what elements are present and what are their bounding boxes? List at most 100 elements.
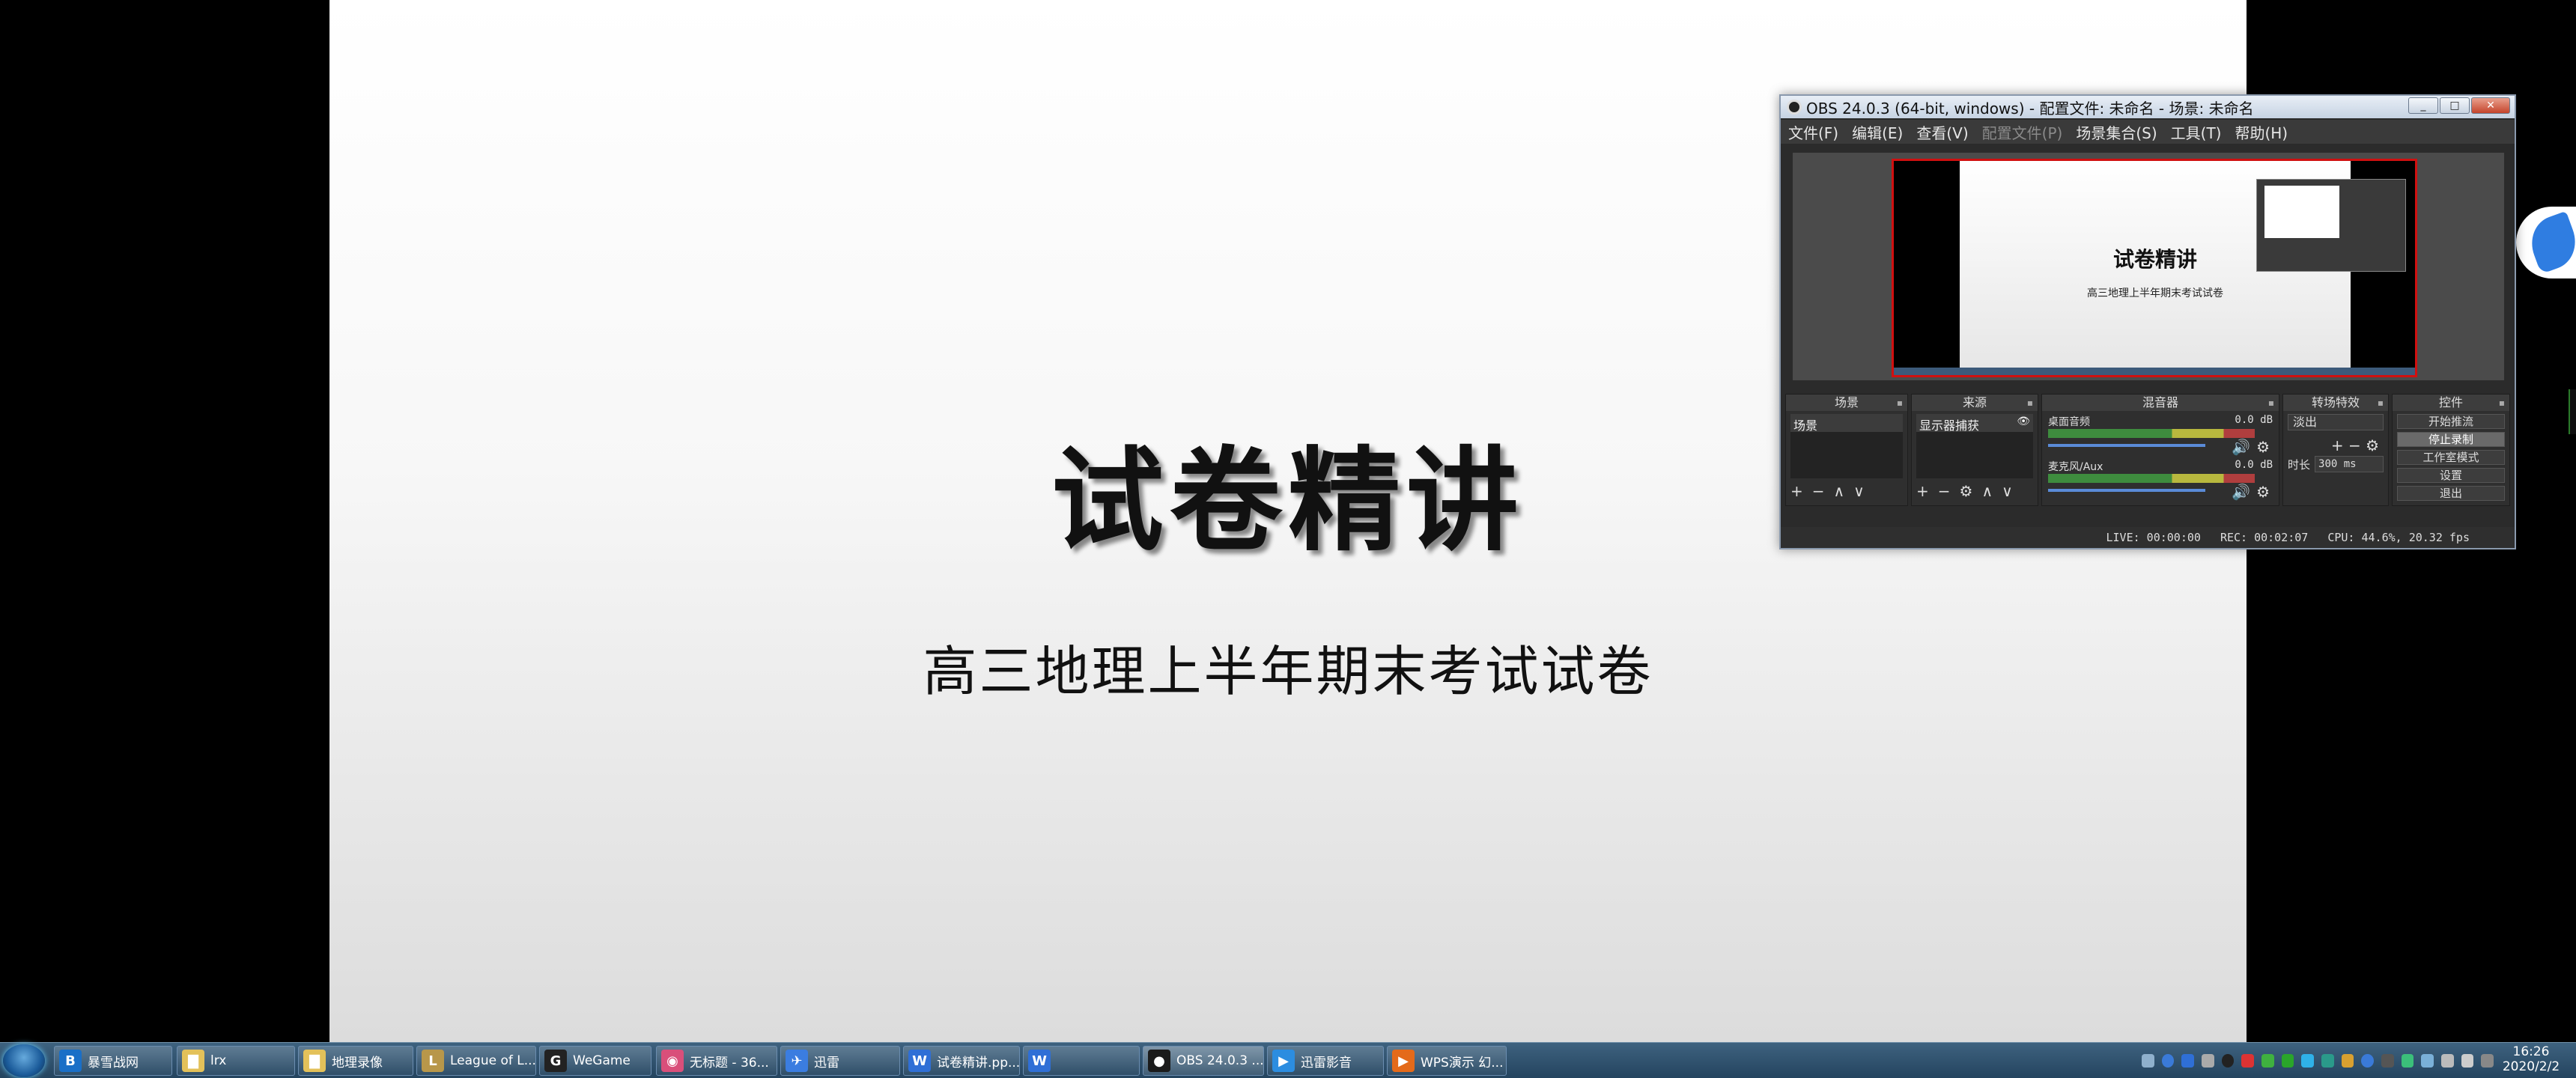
slide-subtitle: 高三地理上半年期末考试试卷 — [923, 640, 1653, 703]
taskbar-button[interactable]: W — [1023, 1046, 1140, 1076]
menu-scene-collection[interactable]: 场景集合(S) — [2076, 121, 2157, 143]
gear-icon[interactable]: ⚙ — [2256, 483, 2270, 501]
add-scene-button[interactable]: + — [1790, 482, 1803, 500]
rec-timer: REC: 00:02:07 — [2220, 531, 2309, 544]
menu-tools[interactable]: 工具(T) — [2171, 121, 2222, 143]
taskbar-button[interactable]: B 暴雪战网 — [54, 1046, 172, 1076]
taskbar-button-label: 试卷精讲.pp... — [937, 1055, 1020, 1071]
tray-display-icon[interactable] — [2421, 1054, 2434, 1068]
speaker-icon[interactable]: 🔊 — [2232, 438, 2250, 456]
taskbar-button[interactable]: ● OBS 24.0.3 ... — [1143, 1046, 1264, 1076]
taskbar-button[interactable]: ▶ 迅雷影音 — [1267, 1046, 1384, 1076]
tray-flag-icon[interactable] — [2481, 1054, 2494, 1068]
tray-keyboard-icon[interactable] — [2142, 1054, 2154, 1068]
cpu-fps: CPU: 44.6%, 20.32 fps — [2327, 531, 2470, 544]
taskbar-button-label: 迅雷 — [814, 1055, 839, 1071]
move-down-button[interactable]: ∨ — [1853, 482, 1865, 500]
tray-obs-icon[interactable] — [2221, 1054, 2235, 1068]
mixer-track-desktop: 桌面音频 0.0 dB 🔊 ⚙ — [2048, 414, 2273, 459]
float-icon[interactable]: ▪ — [2378, 395, 2384, 411]
minimize-button[interactable]: _ — [2408, 97, 2438, 114]
tray-volume-icon[interactable] — [2461, 1054, 2474, 1068]
mixer-panel-title: 混音器 — [2142, 395, 2178, 409]
mixer-track-mic: 麦克风/Aux 0.0 dB 🔊 ⚙ — [2048, 459, 2273, 504]
tray-network-icon[interactable] — [2202, 1054, 2214, 1068]
system-clock[interactable]: 16:26 2020/2/2 — [2494, 1044, 2569, 1077]
stop-recording-button[interactable]: 停止录制 — [2397, 432, 2505, 447]
source-properties-gear-icon[interactable]: ⚙ — [1960, 482, 1973, 500]
taskbar-button[interactable]: ✈ 迅雷 — [780, 1046, 900, 1076]
move-up-button[interactable]: ∧ — [1981, 482, 1993, 500]
taskbar-button[interactable]: L League of L... — [416, 1046, 536, 1076]
float-icon[interactable]: ▪ — [1897, 395, 1903, 411]
visibility-eye-icon[interactable]: 👁 — [2017, 415, 2030, 427]
tray-qq-icon[interactable] — [2301, 1054, 2315, 1068]
menu-help[interactable]: 帮助(H) — [2235, 121, 2288, 143]
float-icon[interactable]: ▪ — [2027, 395, 2033, 411]
obs-icon: ● — [1148, 1050, 1170, 1072]
remove-scene-button[interactable]: − — [1812, 482, 1825, 500]
tray-power-icon[interactable] — [2441, 1054, 2454, 1068]
float-icon[interactable]: ▪ — [2499, 395, 2505, 411]
remove-transition-icon[interactable]: − — [2348, 436, 2361, 454]
taskbar-button[interactable]: ▇ 地理录像 — [298, 1046, 413, 1076]
settings-button[interactable]: 设置 — [2397, 468, 2505, 483]
tray-browser-icon[interactable] — [2361, 1054, 2375, 1068]
taskbar-button[interactable]: G WeGame — [539, 1046, 651, 1076]
taskbar-button-label: WPS演示 幻... — [1421, 1055, 1504, 1071]
tray-360-icon[interactable] — [2261, 1054, 2274, 1068]
wps-icon: W — [1028, 1050, 1051, 1072]
volume-meter — [2048, 429, 2255, 438]
transition-select[interactable]: 淡出 — [2288, 414, 2384, 430]
source-item[interactable]: 显示器捕获 👁 — [1916, 414, 2033, 433]
transitions-panel: 转场特效 ▪ 淡出 + − ⚙ 时长 300 ms — [2282, 394, 2389, 506]
controls-panel-title: 控件 — [2438, 395, 2463, 409]
volume-slider[interactable] — [2048, 489, 2205, 492]
gear-icon[interactable]: ⚙ — [2256, 438, 2270, 456]
preview-source-frame[interactable]: 试卷精讲 高三地理上半年期末考试试卷 — [1892, 159, 2417, 377]
add-source-button[interactable]: + — [1916, 482, 1929, 500]
system-tray — [2142, 1047, 2494, 1074]
window-title: OBS 24.0.3 (64-bit, windows) - 配置文件: 未命名… — [1806, 99, 2254, 118]
close-button[interactable]: ✕ — [2471, 97, 2510, 114]
scene-item[interactable]: 场景 — [1790, 414, 1903, 433]
tray-g-icon[interactable] — [2341, 1054, 2354, 1068]
wps-slideshow-icon: ▶ — [1392, 1050, 1415, 1072]
menu-edit[interactable]: 编辑(E) — [1852, 121, 1903, 143]
tray-sync-icon[interactable] — [2401, 1054, 2414, 1068]
remove-source-button[interactable]: − — [1938, 482, 1951, 500]
maximize-button[interactable]: □ — [2440, 97, 2470, 114]
start-streaming-button[interactable]: 开始推流 — [2397, 414, 2505, 429]
volume-slider[interactable] — [2048, 444, 2205, 447]
move-down-button[interactable]: ∨ — [2002, 482, 2013, 500]
sources-list[interactable]: 显示器捕获 👁 — [1916, 414, 2033, 478]
tray-cloud-icon[interactable] — [2381, 1054, 2394, 1068]
float-icon[interactable]: ▪ — [2268, 395, 2274, 411]
transition-gear-icon[interactable]: ⚙ — [2366, 436, 2379, 454]
tray-bluetooth-icon[interactable] — [2181, 1054, 2195, 1068]
preview-area[interactable]: 试卷精讲 高三地理上半年期末考试试卷 — [1793, 153, 2504, 380]
taskbar-button[interactable]: W 试卷精讲.pp... — [903, 1046, 1020, 1076]
tray-help-icon[interactable] — [2161, 1054, 2175, 1068]
volume-meter — [2048, 474, 2255, 483]
taskbar-button[interactable]: ◉ 无标题 - 36... — [656, 1046, 777, 1076]
taskbar-button[interactable]: ▇ lrx — [177, 1046, 295, 1076]
taskbar-button-label: OBS 24.0.3 ... — [1176, 1053, 1264, 1068]
duration-input[interactable]: 300 ms — [2315, 456, 2384, 472]
taskbar-button[interactable]: ▶ WPS演示 幻... — [1387, 1046, 1507, 1076]
tray-wechat-icon[interactable] — [2281, 1054, 2294, 1068]
speaker-icon[interactable]: 🔊 — [2232, 483, 2250, 501]
studio-mode-button[interactable]: 工作室模式 — [2397, 450, 2505, 465]
tray-antivirus-icon[interactable] — [2241, 1054, 2255, 1068]
floating-assistant[interactable] — [2516, 207, 2576, 278]
obs-titlebar[interactable]: OBS 24.0.3 (64-bit, windows) - 配置文件: 未命名… — [1781, 96, 2515, 118]
menu-file[interactable]: 文件(F) — [1788, 121, 1838, 143]
start-button[interactable] — [3, 1044, 45, 1077]
exit-button[interactable]: 退出 — [2397, 486, 2505, 501]
menu-view[interactable]: 查看(V) — [1916, 121, 1968, 143]
move-up-button[interactable]: ∧ — [1834, 482, 1845, 500]
edge-handle[interactable] — [2569, 389, 2576, 434]
add-transition-icon[interactable]: + — [2331, 436, 2344, 454]
scenes-list[interactable]: 场景 — [1790, 414, 1903, 478]
tray-app-icon[interactable] — [2321, 1054, 2334, 1068]
